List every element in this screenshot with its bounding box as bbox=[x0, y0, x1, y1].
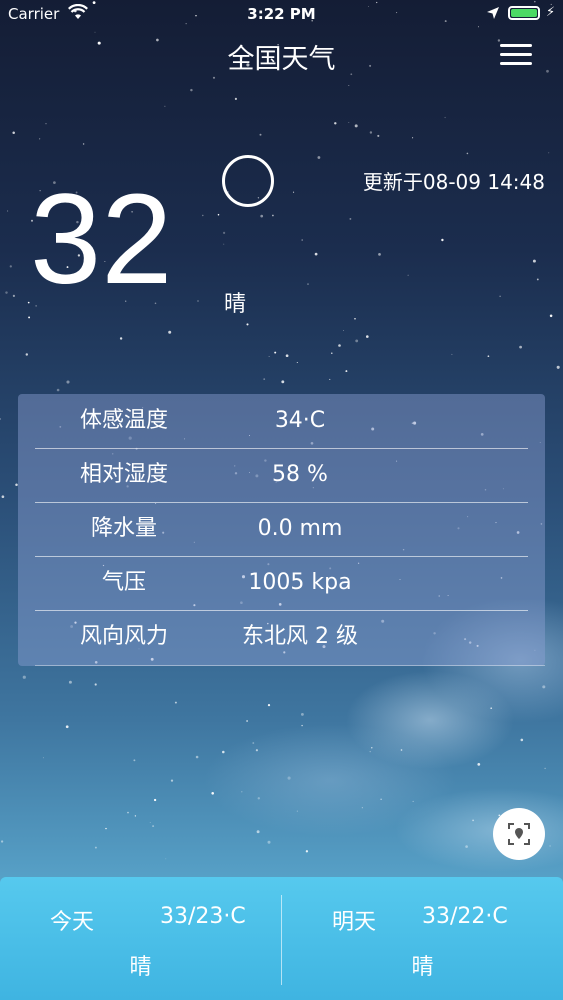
forecast-day-label: 明天 bbox=[332, 910, 377, 935]
forecast-condition: 晴 bbox=[129, 955, 152, 980]
detail-label: 体感温度 bbox=[79, 408, 168, 433]
status-bar: Carrier 3:22 PM ⚡ bbox=[0, 0, 563, 28]
detail-row-feels-like: 体感温度 34·C bbox=[18, 394, 545, 448]
detail-row-precipitation: 降水量 0.0 mm bbox=[18, 502, 545, 556]
charging-bolt-icon: ⚡ bbox=[546, 5, 556, 20]
locate-target-icon bbox=[508, 823, 530, 845]
details-divider bbox=[35, 665, 545, 666]
detail-row-humidity: 相对湿度 58 % bbox=[18, 448, 545, 502]
detail-label: 相对湿度 bbox=[79, 462, 168, 487]
forecast-today[interactable]: 今天 33/23·C 晴 bbox=[0, 877, 281, 1000]
detail-label: 气压 bbox=[101, 570, 146, 595]
detail-label: 降水量 bbox=[90, 516, 157, 541]
locate-button[interactable] bbox=[493, 808, 545, 860]
current-temperature: 32 bbox=[30, 168, 173, 311]
forecast-temp-range: 33/23·C bbox=[160, 904, 246, 929]
detail-value: 58 % bbox=[272, 462, 328, 487]
detail-row-wind: 风向风力 东北风 2 级 bbox=[18, 610, 545, 664]
forecast-temp-range: 33/22·C bbox=[422, 904, 508, 929]
current-condition: 晴 bbox=[224, 292, 247, 317]
detail-row-pressure: 气压 1005 kpa bbox=[18, 556, 545, 610]
detail-value: 东北风 2 级 bbox=[242, 624, 358, 649]
status-time: 3:22 PM bbox=[247, 5, 316, 23]
weather-details-panel: 体感温度 34·C 相对湿度 58 % 降水量 0.0 mm 气压 1005 k… bbox=[18, 394, 545, 666]
detail-value: 0.0 mm bbox=[257, 516, 343, 541]
hamburger-menu-icon[interactable] bbox=[500, 44, 532, 68]
forecast-tomorrow[interactable]: 明天 33/22·C 晴 bbox=[282, 877, 563, 1000]
forecast-day-label: 今天 bbox=[50, 910, 95, 935]
detail-value: 34·C bbox=[274, 408, 326, 433]
page-title: 全国天气 bbox=[227, 44, 336, 75]
detail-label: 风向风力 bbox=[79, 624, 168, 649]
detail-value: 1005 kpa bbox=[248, 570, 352, 595]
forecast-bar: 今天 33/23·C 晴 明天 33/22·C 晴 bbox=[0, 877, 563, 1000]
sun-circle-icon bbox=[222, 155, 274, 207]
battery-icon bbox=[508, 6, 540, 20]
update-time: 更新于08-09 14:48 bbox=[362, 170, 545, 194]
location-arrow-icon bbox=[486, 6, 500, 24]
forecast-condition: 晴 bbox=[411, 955, 434, 980]
